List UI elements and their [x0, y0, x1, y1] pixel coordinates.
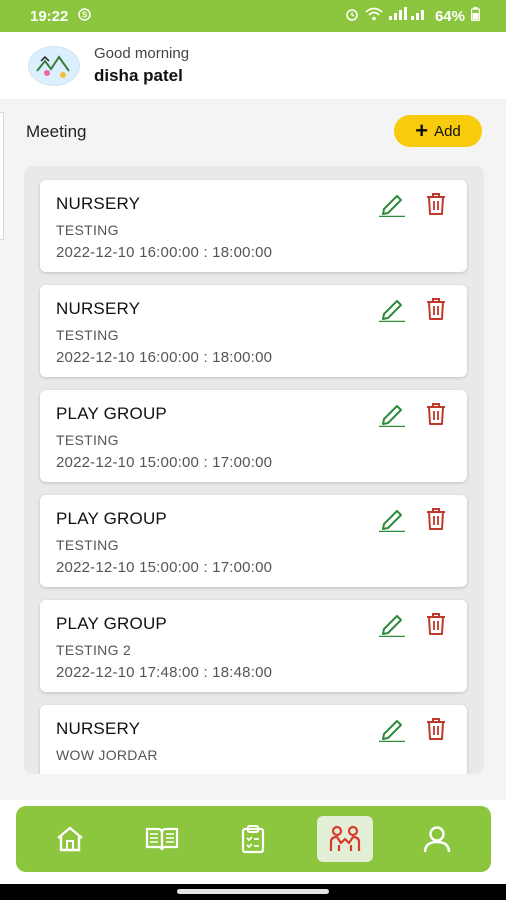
meeting-card[interactable]: PLAY GROUP TESTING 2022-12-10 15:00:00 : 1…	[40, 495, 467, 587]
page-title: Meeting	[26, 122, 87, 141]
trash-icon	[427, 508, 445, 530]
meeting-title: PLAY GROUP	[56, 614, 167, 633]
nav-meeting[interactable]	[317, 816, 374, 862]
meeting-subtitle: TESTING 2	[56, 642, 132, 658]
avatar[interactable]	[28, 45, 80, 86]
status-time: 19:22	[30, 7, 69, 25]
edit-button[interactable]	[376, 400, 408, 428]
home-icon	[57, 826, 83, 852]
home-indicator[interactable]	[177, 889, 329, 894]
edit-button[interactable]	[376, 610, 408, 638]
meeting-icon	[330, 825, 361, 851]
meeting-card[interactable]: NURSERY WOW JORDAR	[40, 705, 467, 774]
meeting-subtitle: TESTING	[56, 432, 119, 448]
book-icon	[145, 827, 178, 851]
greeting-text: Good morning	[94, 45, 190, 62]
edit-button[interactable]	[376, 505, 408, 533]
delete-button[interactable]	[422, 505, 450, 533]
pencil-icon	[379, 300, 405, 322]
delete-button[interactable]	[422, 400, 450, 428]
nav-profile[interactable]	[409, 816, 465, 862]
svg-text:S: S	[82, 11, 88, 20]
bottom-nav	[16, 806, 491, 872]
nav-home[interactable]	[42, 816, 98, 862]
nav-tasks[interactable]	[225, 816, 281, 862]
trash-icon	[427, 718, 445, 740]
edit-button[interactable]	[376, 715, 408, 743]
app-header: Good morning disha patel	[0, 32, 506, 100]
delete-button[interactable]	[422, 190, 450, 218]
pencil-icon	[379, 405, 405, 427]
pencil-icon	[379, 615, 405, 637]
delete-button[interactable]	[422, 295, 450, 323]
status-left: 19:22 S	[30, 7, 92, 25]
meeting-subtitle: TESTING	[56, 537, 119, 553]
meeting-title: NURSERY	[56, 719, 141, 738]
delete-button[interactable]	[422, 610, 450, 638]
edit-button[interactable]	[376, 295, 408, 323]
trash-icon	[427, 193, 445, 215]
user-name: disha patel	[94, 66, 183, 85]
s-badge-icon: S	[78, 8, 92, 24]
plus-icon: +	[415, 118, 429, 143]
meeting-time: 2022-12-10 16:00:00 : 18:00:00	[56, 349, 273, 366]
profile-icon	[423, 826, 451, 853]
delete-button[interactable]	[422, 715, 450, 743]
meeting-time: 2022-12-10 15:00:00 : 17:00:00	[56, 559, 273, 576]
meeting-subtitle: WOW JORDAR	[56, 747, 158, 763]
meeting-title: NURSERY	[56, 194, 141, 213]
meeting-subtitle: TESTING	[56, 222, 119, 238]
pencil-icon	[379, 510, 405, 532]
wifi-icon	[365, 7, 383, 25]
trash-icon	[427, 298, 445, 320]
meeting-time: 2022-12-10 15:00:00 : 17:00:00	[56, 454, 273, 471]
pencil-icon	[379, 195, 405, 217]
status-right: 64%	[345, 7, 481, 25]
clipboard-icon	[242, 825, 265, 854]
meeting-time: 2022-12-10 17:48:00 : 18:48:00	[56, 664, 273, 681]
meeting-card[interactable]: NURSERY TESTING 2022-12-10 16:00:00 : 18:0…	[40, 285, 467, 377]
side-drawer-handle[interactable]	[0, 112, 4, 240]
main-content: Meeting + Add NURSERY TESTING 2022-12-10 1…	[0, 100, 506, 800]
edit-button[interactable]	[376, 190, 408, 218]
system-nav-bar	[0, 884, 506, 900]
battery-icon	[470, 7, 481, 25]
trash-icon	[427, 403, 445, 425]
meeting-time: 2022-12-10 16:00:00 : 18:00:00	[56, 244, 273, 261]
meeting-card[interactable]: NURSERY TESTING 2022-12-10 16:00:00 : 18:0…	[40, 180, 467, 272]
meeting-title: PLAY GROUP	[56, 509, 167, 528]
meeting-list[interactable]: NURSERY TESTING 2022-12-10 16:00:00 : 18:0…	[24, 166, 484, 774]
meeting-card[interactable]: PLAY GROUP TESTING 2 2022-12-10 17:48:00 :…	[40, 600, 467, 692]
meeting-title: NURSERY	[56, 299, 141, 318]
nav-lessons[interactable]	[134, 816, 190, 862]
signal-icon	[388, 7, 429, 25]
meeting-card[interactable]: PLAY GROUP TESTING 2022-12-10 15:00:00 : 1…	[40, 390, 467, 482]
pencil-icon	[379, 720, 405, 742]
alarm-icon	[345, 7, 359, 25]
battery-percent: 64%	[434, 7, 465, 25]
meeting-title: PLAY GROUP	[56, 404, 167, 423]
status-bar: 19:22 S 64%	[0, 0, 506, 32]
greeting-block: Good morning disha patel	[94, 45, 189, 86]
add-button-label: Add	[434, 122, 461, 140]
trash-icon	[427, 613, 445, 635]
meeting-subtitle: TESTING	[56, 327, 119, 343]
add-meeting-button[interactable]: + Add	[394, 115, 482, 147]
